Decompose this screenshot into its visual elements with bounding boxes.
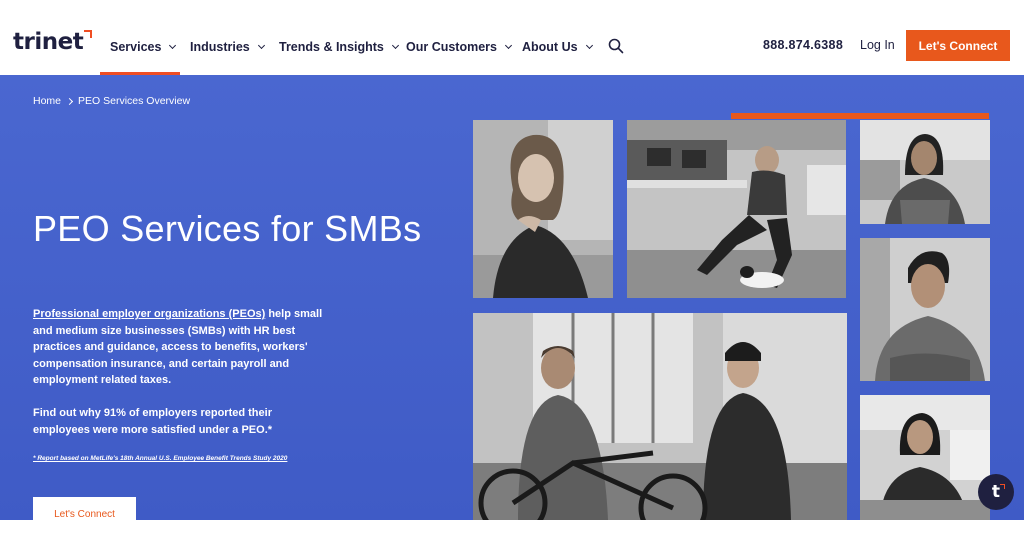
nav-industries[interactable]: Industries [190, 37, 265, 57]
woman-at-desk-photo [860, 395, 990, 520]
two-men-with-bike-photo [473, 313, 847, 520]
hero-section: Home PEO Services Overview PEO Services … [0, 75, 1024, 520]
chat-launcher-button[interactable]: t [978, 474, 1014, 510]
footnote-link[interactable]: * Report based on MetLife's 18th Annual … [33, 455, 287, 462]
chevron-down-icon [257, 41, 265, 50]
top-navigation: trinet Services Industries Trends & Insi… [0, 0, 1024, 75]
logo-text: trinet [13, 29, 84, 55]
log-in-link[interactable]: Log In [860, 38, 895, 52]
logo-accent-icon [84, 30, 93, 38]
search-icon[interactable] [608, 38, 624, 54]
chevron-down-icon [504, 41, 513, 50]
man-smiling-photo [860, 238, 990, 381]
chevron-down-icon [585, 41, 593, 50]
nav-services-label: Services [110, 40, 162, 54]
lets-connect-button[interactable]: Let's Connect [906, 30, 1010, 61]
trinet-logo[interactable]: trinet [13, 27, 93, 57]
nav-about-label: About Us [522, 40, 578, 54]
chevron-right-icon [65, 97, 74, 105]
nav-about-us[interactable]: About Us [522, 37, 593, 57]
chevron-down-icon [169, 41, 177, 50]
phone-number-link[interactable]: 888.874.6388 [763, 38, 843, 52]
hero-description: Professional employer organizations (PEO… [33, 306, 343, 389]
woman-smiling-photo [860, 120, 990, 224]
nav-industries-label: Industries [190, 40, 250, 54]
hero-stat-text: Find out why 91% of employers reported t… [33, 407, 273, 436]
chat-launcher-icon: t [991, 482, 1006, 502]
nav-trends-label: Trends & Insights [279, 40, 384, 54]
nav-trends-insights[interactable]: Trends & Insights [279, 37, 399, 57]
breadcrumb: Home PEO Services Overview [33, 95, 190, 107]
peo-definition-link[interactable]: Professional employer organizations (PEO… [33, 308, 265, 320]
page-title: PEO Services for SMBs [33, 208, 422, 249]
woman-portrait-photo [473, 120, 613, 298]
nav-our-customers[interactable]: Our Customers [406, 37, 513, 57]
chevron-down-icon [391, 41, 399, 50]
accent-bar [731, 113, 989, 119]
nav-customers-label: Our Customers [406, 40, 497, 54]
breadcrumb-current: PEO Services Overview [78, 95, 191, 107]
office-man-with-dog-photo [627, 120, 846, 298]
hero-lets-connect-button[interactable]: Let's Connect [33, 497, 136, 520]
nav-services[interactable]: Services [110, 37, 177, 57]
breadcrumb-home[interactable]: Home [33, 95, 61, 107]
